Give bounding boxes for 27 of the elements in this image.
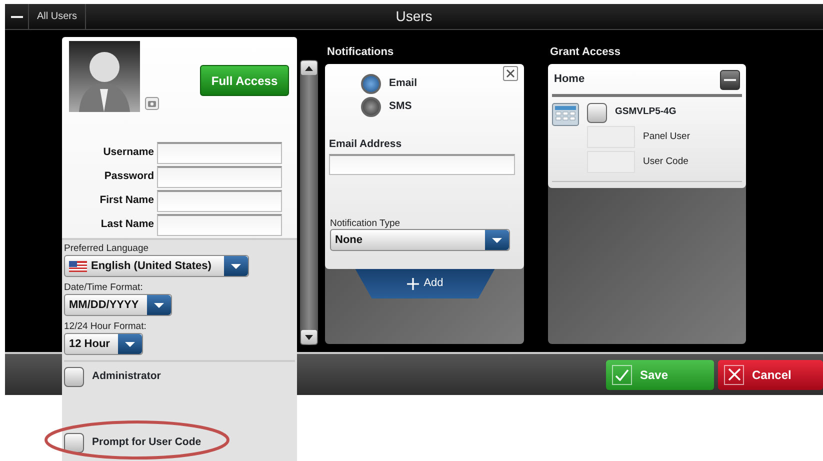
radio-label: Email <box>389 76 418 91</box>
window-title: Users <box>396 7 432 26</box>
field-label: 12/24 Hour Format: <box>64 321 148 332</box>
field-label: Last Name <box>100 217 155 232</box>
field-label: Notification Type <box>330 218 402 230</box>
dropdown-select[interactable]: English (United States) <box>64 255 249 277</box>
column-title: Notifications <box>327 45 395 60</box>
location-title: Home <box>554 72 585 88</box>
device-name: GSMVLP5-4G <box>615 105 676 120</box>
full-access-button[interactable]: Full Access <box>200 65 289 96</box>
dropdown-select[interactable]: 12 Hour <box>64 333 143 355</box>
field-label: Username <box>102 145 155 160</box>
cancel-button[interactable]: Cancel <box>718 360 823 390</box>
field-label: First Name <box>98 193 155 208</box>
add-button[interactable]: Add <box>355 268 495 298</box>
field-label: Email Address <box>329 136 403 152</box>
field-label: Date/Time Format: <box>64 282 144 293</box>
notification-type-select[interactable]: None <box>330 229 510 252</box>
field-label: Password <box>103 169 155 184</box>
checkbox-label: Administrator <box>92 369 161 384</box>
radio-label: SMS <box>389 98 412 114</box>
field-label: Panel User <box>643 131 690 142</box>
field-label: User Code <box>643 156 688 167</box>
column-title: Grant Access <box>550 45 622 60</box>
checkbox-label: Prompt for User Code <box>92 435 202 450</box>
dropdown-select[interactable]: MM/DD/YYYY <box>64 294 172 316</box>
field-label: Preferred Language <box>64 243 150 254</box>
